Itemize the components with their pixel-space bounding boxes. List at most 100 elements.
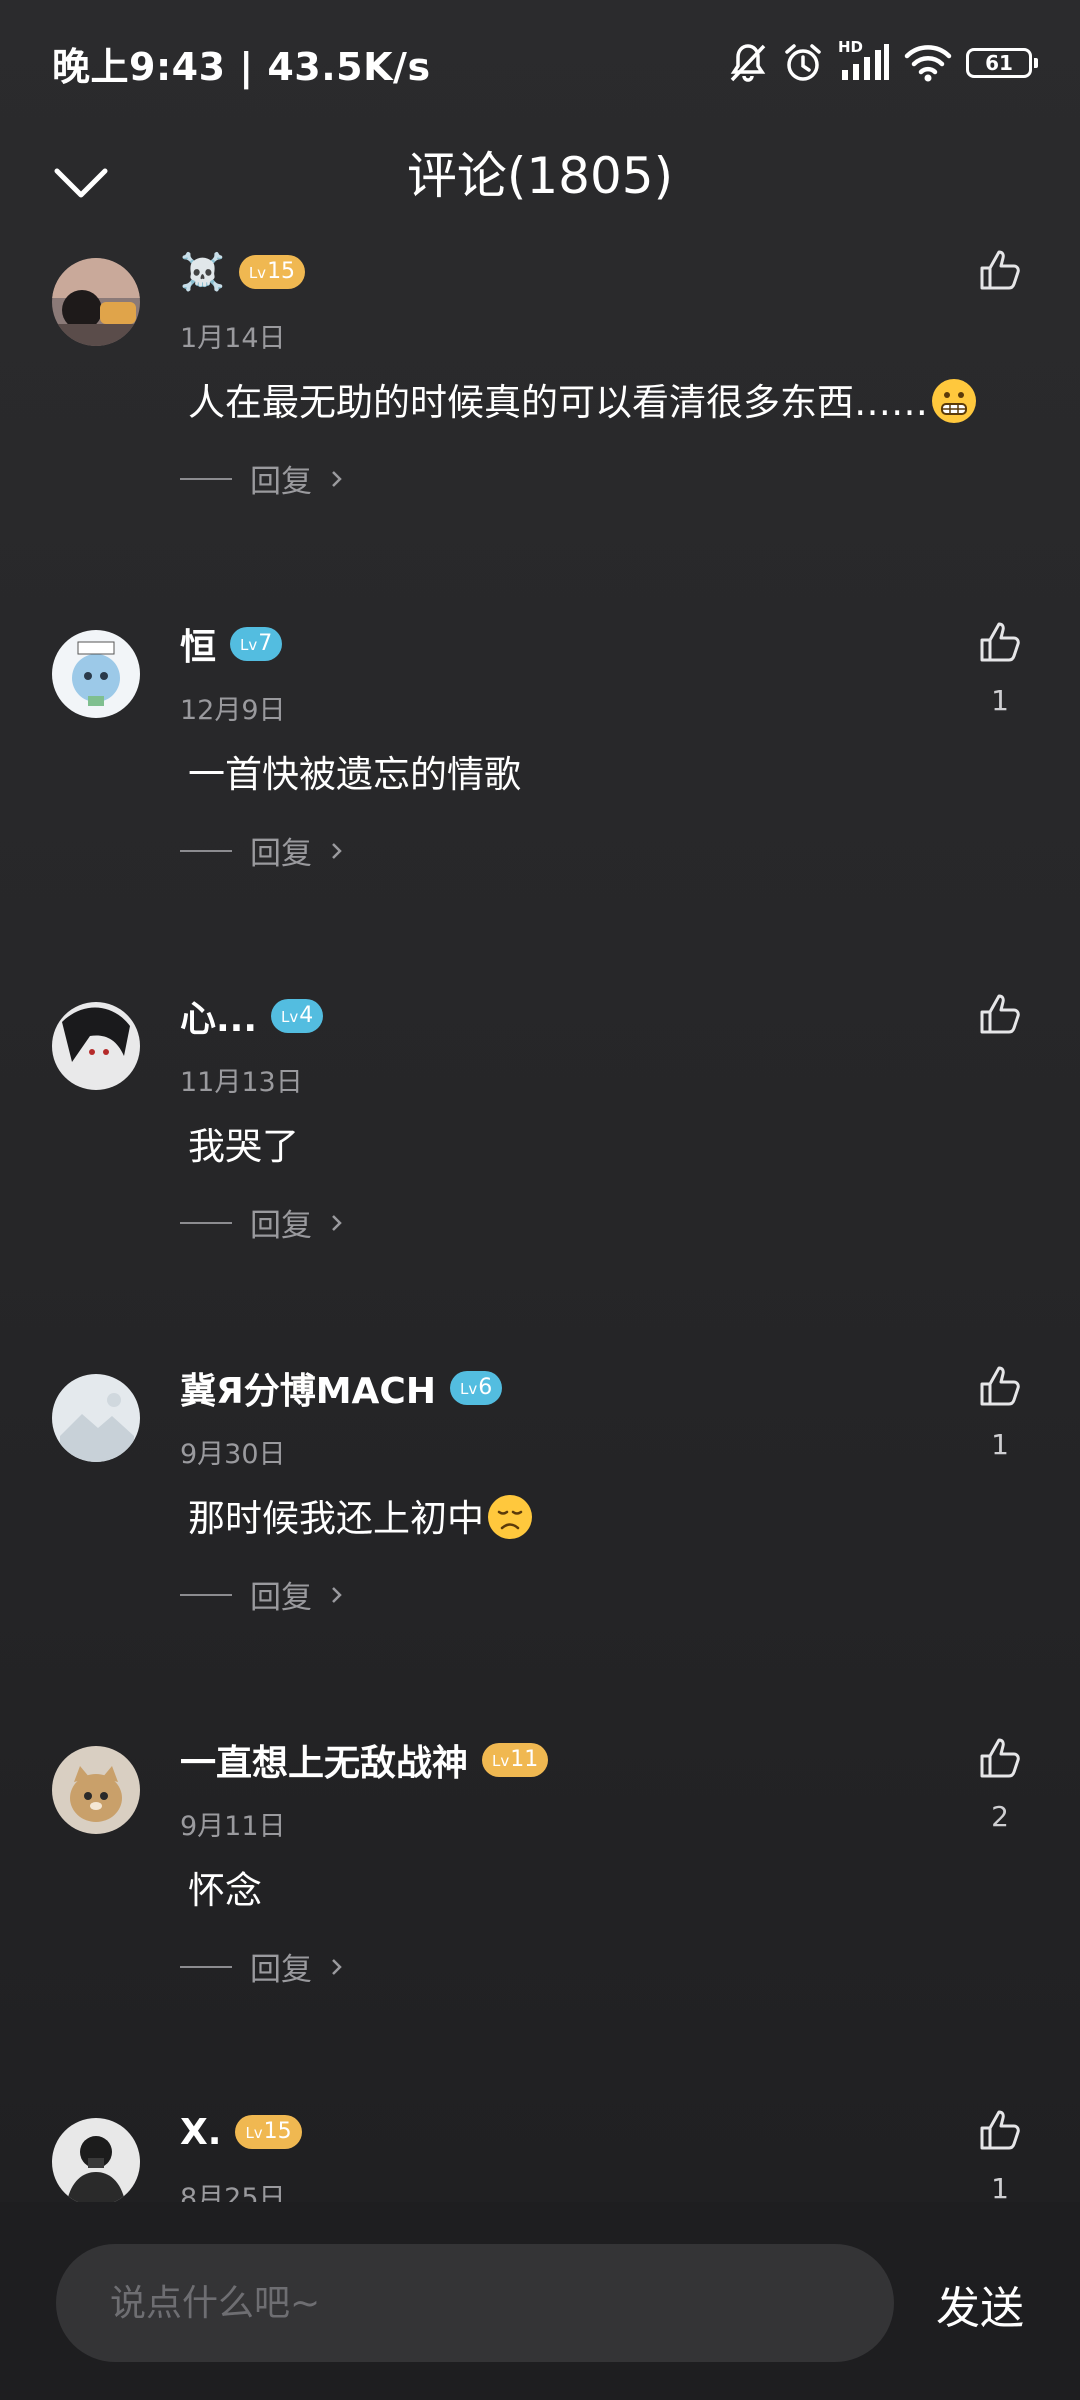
comment-date: 11月13日 bbox=[180, 1067, 303, 1098]
mute-bell-icon bbox=[730, 44, 766, 82]
like-count: 1 bbox=[991, 684, 1009, 717]
comment-text-content: 人在最无助的时候真的可以看清很多东西…… bbox=[188, 381, 928, 424]
comment-list[interactable]: ☠️ Lv 15 1月14日 人在最无助的时候真的可以看清很多东西…… 回复 恒… bbox=[0, 234, 1080, 2202]
username[interactable]: 恒 bbox=[180, 618, 216, 670]
comment-date: 9月11日 bbox=[180, 1811, 286, 1842]
username[interactable]: 心... bbox=[180, 990, 257, 1042]
like-button[interactable]: 1 bbox=[974, 1364, 1026, 1461]
like-count: 1 bbox=[991, 2172, 1009, 2202]
like-button[interactable]: 2 bbox=[974, 1736, 1026, 1833]
reply-button[interactable]: 回复 bbox=[180, 1200, 344, 1245]
comment-item: 心... Lv 4 11月13日 我哭了 回复 bbox=[0, 978, 1080, 1350]
user-row: 一直想上无敌战神 Lv 11 bbox=[180, 1734, 549, 1786]
comments-screen: 晚上9:43 | 43.5K/s HD 61 评论(1805) ☠️ Lv 15… bbox=[0, 0, 1080, 2400]
user-row: 冀Я分博MACH Lv 6 bbox=[180, 1362, 503, 1414]
reply-divider bbox=[180, 1965, 232, 1968]
level-badge: Lv 11 bbox=[482, 1743, 549, 1777]
comment-text[interactable]: 人在最无助的时候真的可以看清很多东西…… bbox=[188, 372, 976, 426]
level-number: 4 bbox=[299, 1003, 314, 1028]
status-bar: 晚上9:43 | 43.5K/s HD 61 bbox=[0, 0, 1080, 130]
level-prefix: Lv bbox=[281, 1008, 299, 1026]
level-badge: Lv 15 bbox=[235, 2115, 302, 2149]
disappointed-face-icon bbox=[488, 1495, 532, 1539]
reply-button[interactable]: 回复 bbox=[180, 1572, 344, 1617]
level-badge: Lv 6 bbox=[449, 1371, 503, 1405]
like-button[interactable] bbox=[974, 992, 1026, 1056]
chevron-right-icon bbox=[332, 842, 342, 859]
chevron-right-icon bbox=[332, 470, 342, 487]
avatar[interactable] bbox=[52, 1746, 140, 1834]
comment-item: 冀Я分博MACH Lv 6 9月30日 那时候我还上初中 回复 1 bbox=[0, 1350, 1080, 1722]
reply-button[interactable]: 回复 bbox=[180, 828, 344, 873]
alarm-icon bbox=[785, 44, 821, 81]
reply-label: 回复 bbox=[250, 1952, 312, 1988]
level-badge: Lv 4 bbox=[271, 999, 324, 1033]
level-prefix: Lv bbox=[459, 1380, 478, 1398]
reply-label: 回复 bbox=[250, 1208, 312, 1244]
reply-button[interactable]: 回复 bbox=[180, 1944, 344, 1989]
user-row: 心... Lv 4 bbox=[180, 990, 324, 1042]
reply-divider bbox=[180, 477, 232, 480]
like-button[interactable]: 1 bbox=[974, 620, 1026, 717]
reply-divider bbox=[180, 849, 232, 852]
comment-input[interactable] bbox=[56, 2244, 894, 2362]
comment-item: ☠️ Lv 15 1月14日 人在最无助的时候真的可以看清很多东西…… 回复 bbox=[0, 234, 1080, 606]
reply-label: 回复 bbox=[250, 464, 312, 500]
comment-item: 恒 Lv 7 12月9日 一首快被遗忘的情歌 回复 1 bbox=[0, 606, 1080, 978]
comment-input-bar: 发送 bbox=[0, 2202, 1080, 2400]
chevron-right-icon bbox=[332, 1586, 342, 1603]
comment-date: 12月9日 bbox=[180, 695, 286, 726]
avatar[interactable] bbox=[52, 630, 140, 718]
level-number: 15 bbox=[267, 259, 296, 284]
avatar[interactable] bbox=[52, 1002, 140, 1090]
chevron-right-icon bbox=[332, 1958, 342, 1975]
reply-button[interactable]: 回复 bbox=[180, 456, 344, 501]
reply-divider bbox=[180, 1221, 232, 1224]
avatar[interactable] bbox=[52, 258, 140, 346]
comment-item: X. Lv 15 8月25日 1 bbox=[0, 2094, 1080, 2202]
comment-date: 8月25日 bbox=[180, 2183, 286, 2202]
thumbs-up-icon bbox=[980, 250, 1020, 290]
comment-text[interactable]: 那时候我还上初中 bbox=[188, 1488, 532, 1542]
like-button[interactable]: 1 bbox=[974, 2108, 1026, 2202]
comment-text[interactable]: 怀念 bbox=[188, 1860, 262, 1914]
thumbs-up-icon bbox=[980, 622, 1020, 662]
username[interactable]: 一直想上无敌战神 bbox=[180, 1734, 468, 1786]
battery-icon: 61 bbox=[966, 48, 1038, 78]
level-number: 15 bbox=[263, 2119, 292, 2144]
reply-label: 回复 bbox=[250, 1580, 312, 1616]
username[interactable]: X. bbox=[180, 2112, 221, 2153]
level-prefix: Lv bbox=[240, 636, 258, 654]
page-title: 评论(1805) bbox=[406, 147, 674, 205]
comment-text-content: 那时候我还上初中 bbox=[188, 1497, 484, 1540]
signal-icon: HD bbox=[838, 38, 890, 84]
user-row: X. Lv 15 bbox=[180, 2106, 302, 2158]
level-badge: Lv 7 bbox=[230, 627, 283, 661]
like-button[interactable] bbox=[974, 248, 1026, 312]
header: 评论(1805) bbox=[0, 130, 1080, 234]
avatar[interactable] bbox=[52, 2118, 140, 2202]
comment-item: 一直想上无敌战神 Lv 11 9月11日 怀念 回复 2 bbox=[0, 1722, 1080, 2094]
wifi-icon bbox=[904, 45, 952, 82]
grimacing-face-icon bbox=[932, 379, 976, 423]
reply-label: 回复 bbox=[250, 836, 312, 872]
avatar[interactable] bbox=[52, 1374, 140, 1462]
comment-text[interactable]: 一首快被遗忘的情歌 bbox=[188, 744, 521, 798]
level-prefix: Lv bbox=[248, 264, 267, 282]
level-number: 6 bbox=[478, 1375, 493, 1400]
status-time: 晚上9:43 | 43.5K/s bbox=[52, 45, 431, 89]
thumbs-up-icon bbox=[980, 1366, 1020, 1406]
level-number: 7 bbox=[258, 631, 273, 656]
chevron-right-icon bbox=[332, 1214, 342, 1231]
send-button[interactable]: 发送 bbox=[936, 2272, 1024, 2336]
battery-level: 61 bbox=[985, 51, 1013, 75]
level-prefix: Lv bbox=[492, 1752, 510, 1770]
comment-text[interactable]: 我哭了 bbox=[188, 1116, 299, 1170]
thumbs-up-icon bbox=[980, 994, 1020, 1034]
comment-date: 1月14日 bbox=[180, 323, 286, 354]
level-number: 11 bbox=[510, 1747, 539, 1772]
username[interactable]: ☠️ bbox=[180, 251, 225, 293]
user-row: ☠️ Lv 15 bbox=[180, 246, 306, 298]
level-badge: Lv 15 bbox=[238, 255, 306, 289]
username[interactable]: 冀Я分博MACH bbox=[180, 1362, 436, 1414]
